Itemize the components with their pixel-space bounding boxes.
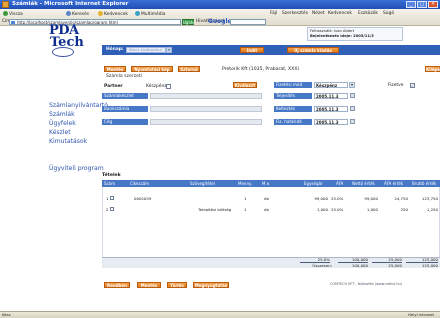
sidebar-item-reports[interactable]: Kimutatások: [49, 138, 87, 145]
partner-label: Partner: [104, 84, 123, 89]
chevron-down-icon[interactable]: ▾: [166, 47, 172, 53]
row-checkbox[interactable]: [110, 196, 114, 200]
invoice-series-field[interactable]: [150, 93, 262, 99]
total-vat: 25,000: [388, 263, 402, 268]
col-header: Bruttó érték: [412, 181, 437, 186]
menu-edit[interactable]: Szerkesztés: [282, 11, 308, 17]
go-button[interactable]: Ugrás: [182, 19, 195, 25]
menu-file[interactable]: Fájl: [270, 11, 277, 17]
col-header: M.e.: [262, 181, 271, 186]
menu-favorites[interactable]: Kedvencek: [328, 11, 352, 17]
ie-icon: [2, 1, 9, 8]
media-icon: [135, 11, 140, 16]
menu-help[interactable]: Súgó: [383, 11, 394, 17]
payment-method-label: Fizetési mód: [274, 82, 312, 88]
google-label: Google: [208, 18, 232, 25]
favorites-button[interactable]: Kedvencek: [98, 11, 128, 17]
cash-label: Készpénz: [146, 84, 167, 89]
company-field[interactable]: [150, 119, 262, 125]
address-field[interactable]: http://localhost/szamlaverzio/szamlaprog…: [9, 19, 181, 25]
copyright: COMTECH KFT - fejlesztés (www.nelkul.hu): [330, 282, 403, 286]
cash-checkbox[interactable]: [166, 84, 171, 89]
back-button[interactable]: Vissza: [3, 11, 23, 17]
media-button[interactable]: Multimédia: [135, 11, 165, 17]
google-search-input[interactable]: [230, 19, 266, 25]
col-header: ÁFA érték: [384, 181, 404, 186]
close-icon[interactable]: ×: [428, 1, 438, 8]
total-net: 100,000: [351, 263, 368, 268]
window-title-bar: Számlák - Microsoft Internet Explorer: [0, 0, 440, 9]
col-header: Egységár: [304, 181, 323, 186]
search-icon: [66, 11, 71, 16]
calendar-icon[interactable]: [350, 93, 355, 98]
pda-tech-logo: PDA Tech: [46, 24, 84, 58]
bank-account-field[interactable]: [150, 106, 262, 112]
back-icon: [3, 11, 8, 16]
calendar-icon[interactable]: [350, 106, 355, 111]
col-header: Nettó érték: [352, 181, 375, 186]
paid-checkbox[interactable]: ✓: [410, 83, 415, 88]
window-title: Számlák - Microsoft Internet Explorer: [12, 1, 129, 7]
status-bar: Kész Helyi intranet: [0, 311, 440, 318]
fulfillment-date[interactable]: 2005.11.3: [314, 93, 348, 99]
save-button[interactable]: Mentés: [104, 66, 126, 72]
month-select[interactable]: Nincs kiválasztva: [126, 47, 166, 53]
col-header: Szám: [104, 181, 115, 186]
page-icon: [11, 21, 15, 24]
calendar-icon[interactable]: [350, 119, 355, 124]
due-date[interactable]: 2005.11.3: [314, 119, 348, 125]
new-invoice-button[interactable]: Új számla kiadás: [287, 47, 339, 53]
footer-save-button[interactable]: Mentés: [137, 282, 161, 288]
partner-info: Pretorik Kft (1035, Prabarat, XXX): [222, 67, 300, 72]
issue-date-label: Kelteztés: [274, 106, 312, 112]
month-label: Hónap:: [106, 47, 124, 52]
issue-date[interactable]: 2005.11.3: [314, 106, 348, 112]
menu-tools[interactable]: Eszközök: [358, 11, 378, 17]
sidebar-item-clients[interactable]: Ügyfelek: [49, 120, 76, 127]
sidebar-item-business-program[interactable]: Ügyviteli program: [49, 165, 104, 172]
invoice-series-label: Számlakészlet: [102, 93, 148, 99]
status-text: Kész: [2, 312, 11, 317]
col-header: Cikkszám: [130, 181, 150, 186]
col-header: Szöveg/tétel: [190, 181, 215, 186]
invoice-title: Számla szerzeti: [106, 74, 143, 79]
footer-delete-button[interactable]: Törlés: [167, 282, 187, 288]
search-button[interactable]: Keresés: [66, 11, 89, 17]
chevron-down-icon[interactable]: ▾: [349, 82, 355, 88]
due-date-label: Fiz. határidő: [274, 119, 312, 125]
col-header: ÁFA: [336, 181, 344, 186]
start-button[interactable]: Indít: [240, 47, 264, 53]
select-partner-button[interactable]: Kiválaszt: [233, 82, 257, 88]
row-checkbox[interactable]: [110, 207, 114, 211]
login-time: Bejelentkezés ideje: 2005/11/3: [310, 33, 374, 38]
paid-label: Fizetve: [388, 83, 404, 88]
sidebar-item-invoices[interactable]: Számlák: [49, 111, 75, 118]
menu-view[interactable]: Nézet: [312, 11, 325, 17]
items-title: Tételek: [102, 173, 121, 178]
col-header: Menny.: [238, 181, 253, 186]
ok-button[interactable]: Rendben: [104, 282, 130, 288]
print-preview-button[interactable]: Nyomtatási kép: [131, 66, 173, 72]
total-gross: 125,000: [421, 263, 438, 268]
star-icon: [98, 11, 103, 16]
cancel-invoice-button[interactable]: Sztornó: [178, 66, 200, 72]
sidebar-item-invoice-registry[interactable]: Számlanyilvántartó: [49, 102, 108, 109]
minimize-icon[interactable]: _: [406, 1, 416, 8]
fulfillment-label: Teljesítés: [274, 93, 312, 99]
exit-button[interactable]: Kilépés: [425, 66, 440, 72]
bank-account-label: Bankszámla: [102, 106, 148, 112]
payment-method-select[interactable]: Készpénz: [314, 82, 348, 88]
company-label: Cég: [102, 119, 148, 125]
confirm-button[interactable]: Megnyugtatás: [193, 282, 229, 288]
user-info-box: Felhasználó: Ivan Aldert Bejelentkezés i…: [307, 27, 403, 41]
total-label: Összesen:: [312, 263, 332, 268]
zone-text: Helyi intranet: [408, 312, 434, 317]
window-controls: _ □ ×: [406, 1, 438, 8]
maximize-icon[interactable]: □: [417, 1, 427, 8]
sidebar-item-stock[interactable]: Készlet: [49, 129, 71, 136]
